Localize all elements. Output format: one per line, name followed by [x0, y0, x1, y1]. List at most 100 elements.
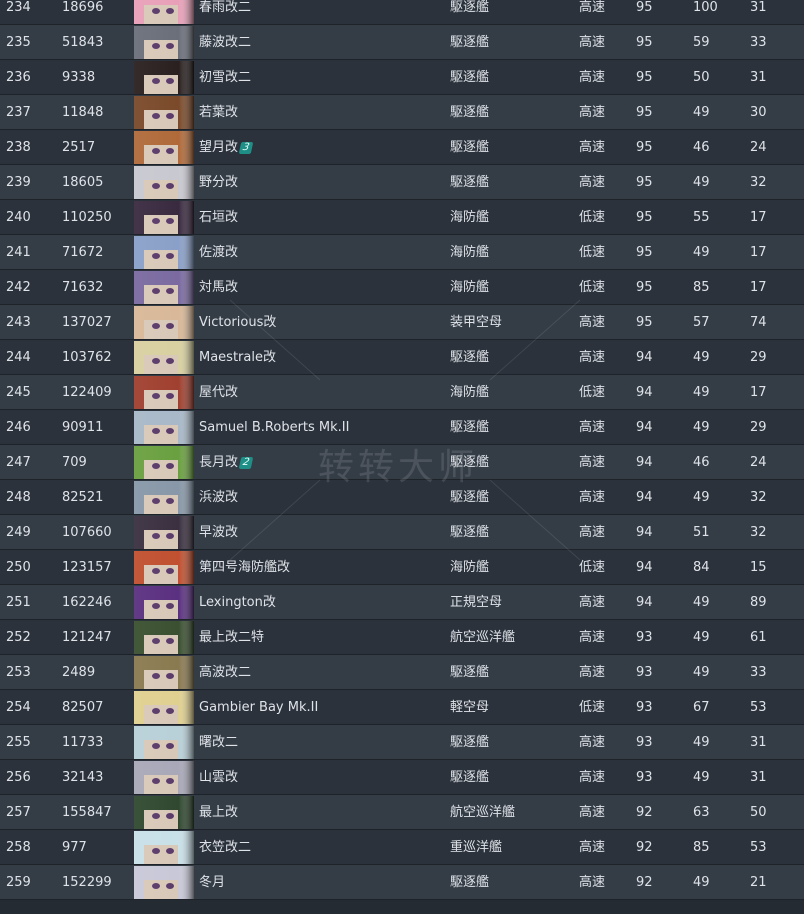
table-row[interactable]: 254 82507 Gambier Bay Mk.II 軽空母 低速 93 67 53	[0, 690, 804, 725]
stat-b-cell: 49	[693, 875, 710, 890]
ship-name-cell: Lexington改	[199, 585, 276, 620]
speed-cell: 高速	[579, 315, 606, 330]
table-row[interactable]: 248 82521 浜波改 駆逐艦 高速 94 49 32	[0, 480, 804, 515]
ship-avatar	[134, 166, 194, 199]
stat-c-cell: 53	[750, 840, 767, 855]
ship-name-cell: 第四号海防艦改	[199, 550, 290, 585]
stat-b-cell: 46	[693, 455, 710, 470]
id-cell: 2517	[62, 140, 96, 155]
ship-name-cell: 春雨改二	[199, 0, 251, 25]
stat-c-cell: 33	[750, 35, 767, 50]
ship-name-cell: 高波改二	[199, 655, 251, 690]
table-row[interactable]: 250 123157 第四号海防艦改 海防艦 低速 94 84 15	[0, 550, 804, 585]
speed-cell: 低速	[579, 700, 606, 715]
table-row[interactable]: 259 152299 冬月 駆逐艦 高速 92 49 21	[0, 865, 804, 900]
table-row[interactable]: 239 18605 野分改 駆逐艦 高速 95 49 32	[0, 165, 804, 200]
rank-cell: 246	[6, 420, 31, 435]
stat-c-cell: 61	[750, 630, 767, 645]
ship-avatar	[134, 726, 194, 759]
id-cell: 110250	[62, 210, 112, 225]
id-cell: 11733	[62, 735, 104, 750]
speed-cell: 高速	[579, 455, 606, 470]
stat-b-cell: 63	[693, 805, 710, 820]
stat-a-cell: 92	[636, 805, 653, 820]
table-row[interactable]: 235 51843 藤波改二 駆逐艦 高速 95 59 33	[0, 25, 804, 60]
table-row[interactable]: 242 71632 対馬改 海防艦 低速 95 85 17	[0, 270, 804, 305]
table-row[interactable]: 246 90911 Samuel B.Roberts Mk.II 駆逐艦 高速 94 49 2…	[0, 410, 804, 445]
table-row[interactable]: 256 32143 山雲改 駆逐艦 高速 93 49 31	[0, 760, 804, 795]
rank-cell: 250	[6, 560, 31, 575]
rank-cell: 236	[6, 70, 31, 85]
speed-cell: 高速	[579, 105, 606, 120]
table-row[interactable]: 243 137027 Victorious改 装甲空母 高速 95 57 74	[0, 305, 804, 340]
speed-cell: 高速	[579, 630, 606, 645]
ship-name-cell: 藤波改二	[199, 25, 251, 60]
speed-cell: 高速	[579, 0, 606, 15]
ship-name: 野分改	[199, 175, 239, 190]
table-row[interactable]: 244 103762 Maestrale改 駆逐艦 高速 94 49 29	[0, 340, 804, 375]
ship-name: 浜波改	[199, 490, 239, 505]
id-cell: 18605	[62, 175, 104, 190]
table-row[interactable]: 255 11733 曙改二 駆逐艦 高速 93 49 31	[0, 725, 804, 760]
stat-a-cell: 95	[636, 245, 653, 260]
rank-cell: 257	[6, 805, 31, 820]
rank-cell: 240	[6, 210, 31, 225]
stat-c-cell: 29	[750, 420, 767, 435]
table-row[interactable]: 234 18696 春雨改二 駆逐艦 高速 95 100 31	[0, 0, 804, 25]
stat-a-cell: 95	[636, 105, 653, 120]
ship-type-cell: 駆逐艦	[450, 175, 490, 190]
ship-avatar	[134, 621, 194, 654]
table-row[interactable]: 251 162246 Lexington改 正規空母 高速 94 49 89	[0, 585, 804, 620]
stat-a-cell: 93	[636, 735, 653, 750]
speed-cell: 高速	[579, 875, 606, 890]
rank-cell: 238	[6, 140, 31, 155]
table-row[interactable]: 258 977 衣笠改二 重巡洋艦 高速 92 85 53	[0, 830, 804, 865]
stat-c-cell: 29	[750, 350, 767, 365]
ship-type-cell: 海防艦	[450, 385, 490, 400]
table-row[interactable]: 257 155847 最上改 航空巡洋艦 高速 92 63 50	[0, 795, 804, 830]
stat-b-cell: 100	[693, 0, 718, 15]
id-cell: 18696	[62, 0, 104, 15]
id-cell: 709	[62, 455, 87, 470]
ship-name-cell: Samuel B.Roberts Mk.II	[199, 410, 349, 445]
table-row[interactable]: 249 107660 早波改 駆逐艦 高速 94 51 32	[0, 515, 804, 550]
stat-b-cell: 51	[693, 525, 710, 540]
speed-cell: 高速	[579, 805, 606, 820]
ship-type-cell: 駆逐艦	[450, 420, 490, 435]
table-row[interactable]: 237 11848 若葉改 駆逐艦 高速 95 49 30	[0, 95, 804, 130]
stat-a-cell: 93	[636, 665, 653, 680]
id-cell: 123157	[62, 560, 112, 575]
ship-name-cell: 曙改二	[199, 725, 238, 760]
ship-name: 石垣改	[199, 210, 239, 225]
table-row[interactable]: 241 71672 佐渡改 海防艦 低速 95 49 17	[0, 235, 804, 270]
ship-name: Lexington改	[199, 595, 276, 610]
ship-name-cell: 山雲改	[199, 760, 238, 795]
table-row[interactable]: 240 110250 石垣改 海防艦 低速 95 55 17	[0, 200, 804, 235]
ship-name-cell: 望月改 3	[199, 130, 254, 165]
ship-type-cell: 駆逐艦	[450, 0, 490, 15]
ship-type-cell: 航空巡洋艦	[450, 805, 516, 820]
ship-avatar	[134, 691, 194, 724]
stat-c-cell: 31	[750, 70, 767, 85]
table-row[interactable]: 247 709 長月改 2 駆逐艦 高速 94 46 24	[0, 445, 804, 480]
rank-cell: 245	[6, 385, 31, 400]
id-cell: 82507	[62, 700, 104, 715]
speed-cell: 高速	[579, 490, 606, 505]
table-row[interactable]: 238 2517 望月改 3 駆逐艦 高速 95 46 24	[0, 130, 804, 165]
ship-avatar	[134, 516, 194, 549]
table-row[interactable]: 252 121247 最上改二特 航空巡洋艦 高速 93 49 61	[0, 620, 804, 655]
table-row[interactable]: 253 2489 高波改二 駆逐艦 高速 93 49 33	[0, 655, 804, 690]
ship-name-cell: Gambier Bay Mk.II	[199, 690, 318, 725]
stat-c-cell: 15	[750, 560, 767, 575]
table-row[interactable]: 245 122409 屋代改 海防艦 低速 94 49 17	[0, 375, 804, 410]
ship-type-cell: 駆逐艦	[450, 105, 490, 120]
stat-a-cell: 93	[636, 700, 653, 715]
stat-c-cell: 32	[750, 525, 767, 540]
speed-cell: 高速	[579, 35, 606, 50]
stat-c-cell: 30	[750, 105, 767, 120]
ship-type-cell: 駆逐艦	[450, 525, 490, 540]
remodel-badge: 3	[238, 141, 254, 154]
rank-cell: 254	[6, 700, 31, 715]
table-row[interactable]: 236 9338 初雪改二 駆逐艦 高速 95 50 31	[0, 60, 804, 95]
ship-name: 若葉改	[199, 105, 239, 120]
